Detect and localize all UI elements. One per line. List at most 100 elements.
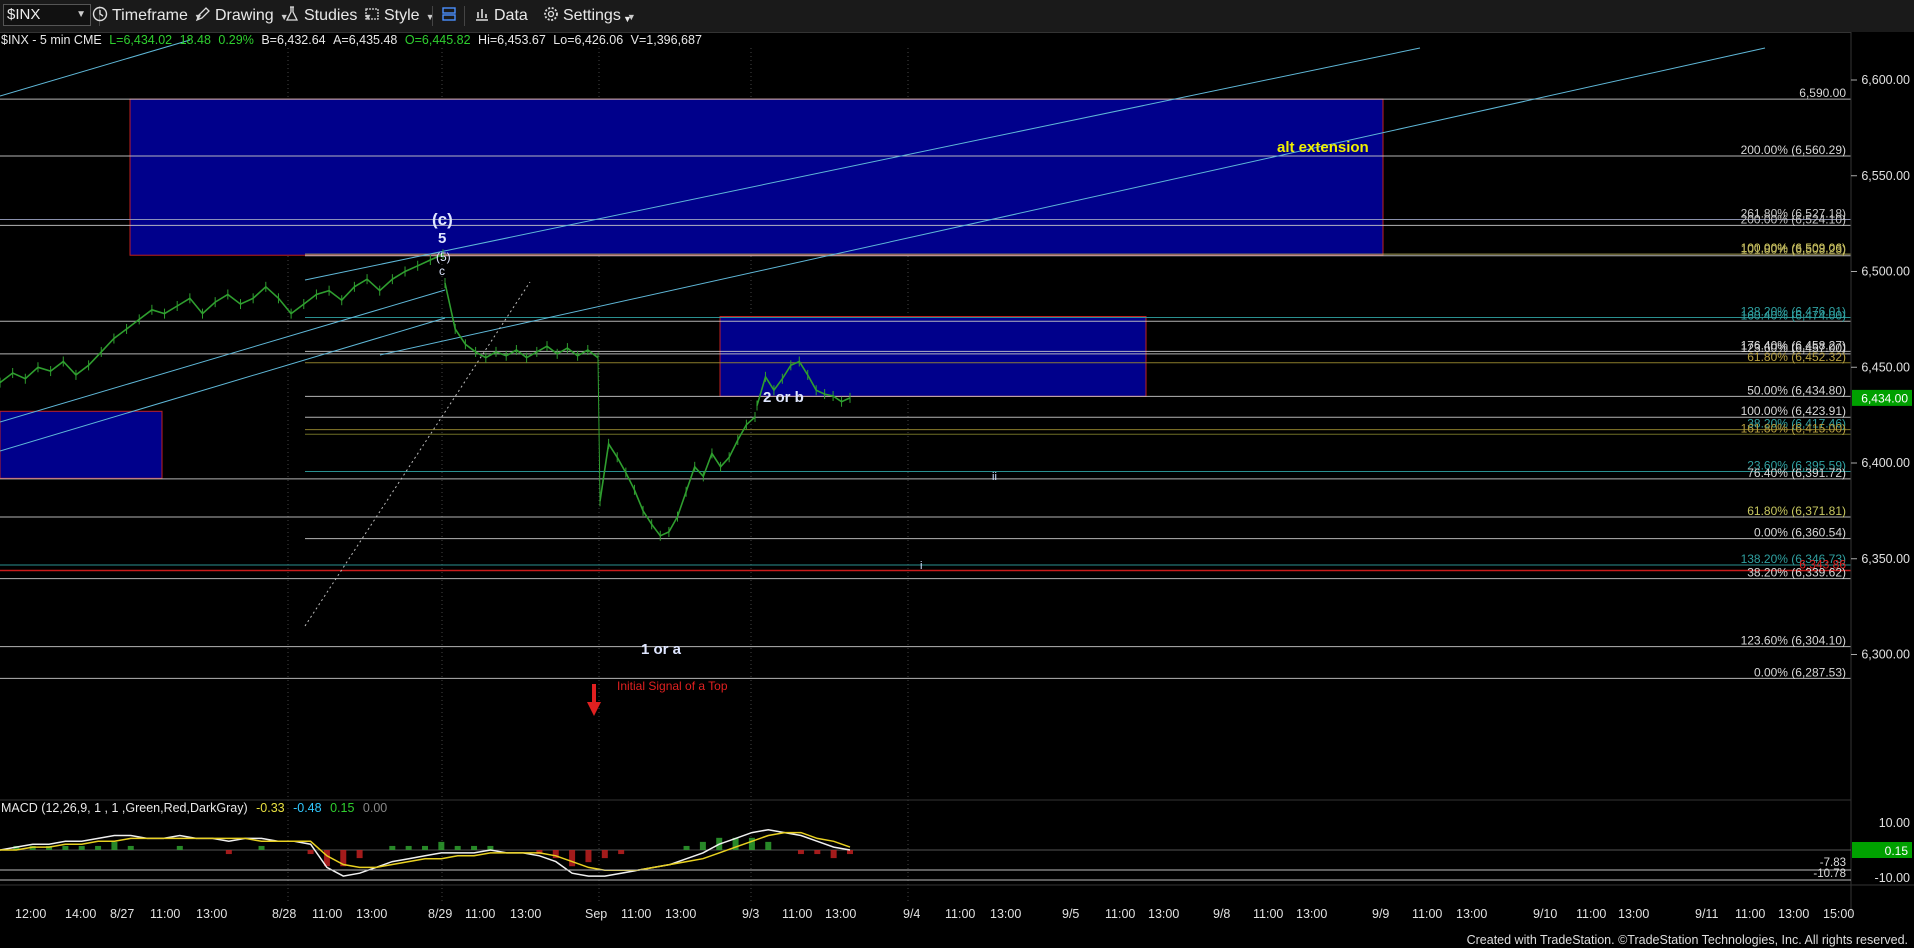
fib-label: 76.40% (6,391.72) bbox=[1747, 466, 1846, 480]
time-tick-label: 12:00 bbox=[15, 907, 46, 921]
trend-channel bbox=[0, 289, 446, 423]
fib-label: 50.00% (6,434.80) bbox=[1747, 383, 1846, 397]
target-zone-2b bbox=[719, 316, 1147, 397]
time-tick-label: 9/5 bbox=[1062, 907, 1079, 921]
time-tick-label: 11:00 bbox=[1253, 907, 1283, 921]
time-tick-label: 13:00 bbox=[1618, 907, 1649, 921]
fib-label: 61.80% (6,452.32) bbox=[1747, 350, 1846, 364]
symbol-label: $INX bbox=[7, 6, 41, 23]
fib-label: 200.00% (6,560.29) bbox=[1741, 143, 1846, 157]
price-tick-label: 6,300.00 bbox=[1861, 648, 1910, 662]
macd-current-label: 0.15 bbox=[1885, 844, 1909, 858]
time-tick-label: 9/4 bbox=[903, 907, 920, 921]
time-tick-label: 11:00 bbox=[312, 907, 342, 921]
time-tick-label: 11:00 bbox=[1576, 907, 1606, 921]
fib-label: 161.80% (6,415.00) bbox=[1741, 421, 1846, 435]
chart-header: $INX - 5 min CME L=6,434.02 18.48 0.29% … bbox=[1, 33, 702, 47]
timeframe-label: Timeframe bbox=[112, 7, 188, 24]
fib-label: 160.40% (6,474.00) bbox=[1741, 308, 1846, 322]
fib-label: 0.00% (6,360.54) bbox=[1754, 526, 1846, 540]
time-tick-label: 13:00 bbox=[356, 907, 387, 921]
wave-label: alt extension bbox=[1277, 139, 1369, 156]
time-tick-label: 11:00 bbox=[945, 907, 975, 921]
settings-button[interactable]: Settings ▼ bbox=[543, 5, 636, 27]
macd-tick-label: 10.00 bbox=[1879, 816, 1910, 830]
layout-button[interactable] bbox=[441, 5, 461, 27]
time-tick-label: 11:00 bbox=[150, 907, 180, 921]
layout-icon bbox=[442, 7, 456, 21]
style-button[interactable]: Style ▼ bbox=[364, 5, 435, 27]
trend-channel bbox=[0, 39, 191, 97]
time-tick-label: 11:00 bbox=[465, 907, 495, 921]
chevron-down-icon: ▼ bbox=[76, 9, 86, 20]
toolbar: $INX ▼ Timeframe ▼ Drawing ▼ Studies ▼ Styl… bbox=[0, 0, 1914, 33]
fib-label: 123.60% (6,304.10) bbox=[1741, 634, 1846, 648]
fib-label: 61.80% (6,371.81) bbox=[1747, 504, 1846, 518]
copyright-footer: Created with TradeStation. ©TradeStation… bbox=[1466, 933, 1908, 947]
more-icon[interactable]: ▼ bbox=[623, 8, 632, 30]
time-tick-label: 13:00 bbox=[510, 907, 541, 921]
current-price-label: 6,434.00 bbox=[1861, 391, 1908, 405]
target-zone-upper bbox=[129, 98, 1384, 256]
time-tick-label: 9/10 bbox=[1533, 907, 1557, 921]
wave-label: (c) bbox=[432, 210, 453, 229]
symbol-selector[interactable]: $INX ▼ bbox=[3, 4, 91, 26]
time-tick-label: 9/8 bbox=[1213, 907, 1230, 921]
price-tick-label: 6,400.00 bbox=[1861, 456, 1910, 470]
toolbar-divider bbox=[464, 6, 465, 26]
ask-price: A=6,435.48 bbox=[333, 33, 398, 47]
time-tick-label: 13:00 bbox=[1778, 907, 1809, 921]
fib-label: 38.20% (6,339.62) bbox=[1747, 566, 1846, 580]
macd-zero: 0.00 bbox=[362, 801, 388, 815]
macd-signal-line bbox=[0, 831, 851, 872]
wave-label: ii bbox=[992, 471, 997, 483]
gear-icon bbox=[544, 7, 558, 21]
dotted-trendline bbox=[304, 281, 531, 627]
time-axis[interactable]: 12:00 14:00 8/27 11:00 13:00 8/28 11:00 13:00 8/… bbox=[0, 884, 1914, 921]
fib-label: 0.00% (6,287.53) bbox=[1754, 665, 1846, 679]
macd-right-label: -10.78 bbox=[1813, 868, 1846, 880]
trend-channel bbox=[0, 317, 446, 452]
macd-signal: -0.48 bbox=[293, 801, 322, 815]
time-tick-label: 13:00 bbox=[196, 907, 227, 921]
wave-label: i bbox=[920, 560, 922, 572]
wave-label: Initial Signal of a Top bbox=[617, 679, 728, 693]
macd-header: MACD (12,26,9, 1 , 1 ,Green,Red,DarkGray… bbox=[1, 801, 387, 815]
drawing-button[interactable]: Drawing ▼ bbox=[195, 5, 289, 27]
flask-icon bbox=[285, 6, 299, 21]
price-tick-label: 6,450.00 bbox=[1861, 360, 1910, 374]
wave-label: 1 or a bbox=[641, 641, 682, 658]
toolbar-divider bbox=[432, 6, 433, 26]
time-tick-label: 8/28 bbox=[272, 907, 296, 921]
time-tick-label: 11:00 bbox=[621, 907, 651, 921]
time-tick-label: 14:00 bbox=[65, 907, 96, 921]
last-price: L=6,434.02 bbox=[109, 33, 173, 47]
settings-label: Settings bbox=[563, 7, 621, 24]
price-tick-label: 6,350.00 bbox=[1861, 552, 1910, 566]
time-tick-label: 9/9 bbox=[1372, 907, 1389, 921]
data-label: Data bbox=[494, 7, 528, 24]
time-tick-label: 13:00 bbox=[990, 907, 1021, 921]
data-button[interactable]: Data bbox=[474, 5, 528, 27]
studies-button[interactable]: Studies ▼ bbox=[284, 5, 372, 27]
pct-change: 0.29% bbox=[218, 33, 254, 47]
time-tick-label: 11:00 bbox=[782, 907, 812, 921]
drawing-label: Drawing bbox=[215, 7, 274, 24]
time-tick-label: 9/3 bbox=[742, 907, 759, 921]
wave-label: c bbox=[439, 264, 445, 278]
fib-label: 101.80% (6,508.23) bbox=[1741, 243, 1846, 257]
studies-label: Studies bbox=[304, 7, 358, 24]
target-zone-left bbox=[0, 410, 163, 479]
low-price: Lo=6,426.06 bbox=[553, 33, 624, 47]
wave-label: 5 bbox=[438, 230, 446, 247]
price-axis[interactable]: 6,300.00 6,350.00 6,400.00 6,450.00 6,500.00… bbox=[1850, 32, 1914, 948]
time-tick-label: 9/11 bbox=[1695, 907, 1718, 921]
macd-line bbox=[0, 828, 851, 877]
time-tick-label: 13:00 bbox=[665, 907, 696, 921]
bid-price: B=6,432.64 bbox=[261, 33, 326, 47]
macd-label: MACD (12,26,9, 1 , 1 ,Green,Red,DarkGray… bbox=[1, 801, 248, 815]
macd-value: -0.33 bbox=[256, 801, 285, 815]
timeframe-button[interactable]: Timeframe ▼ bbox=[92, 5, 203, 27]
fib-label: 6,590.00 bbox=[1799, 86, 1846, 100]
wave-label: (5) bbox=[436, 250, 451, 264]
